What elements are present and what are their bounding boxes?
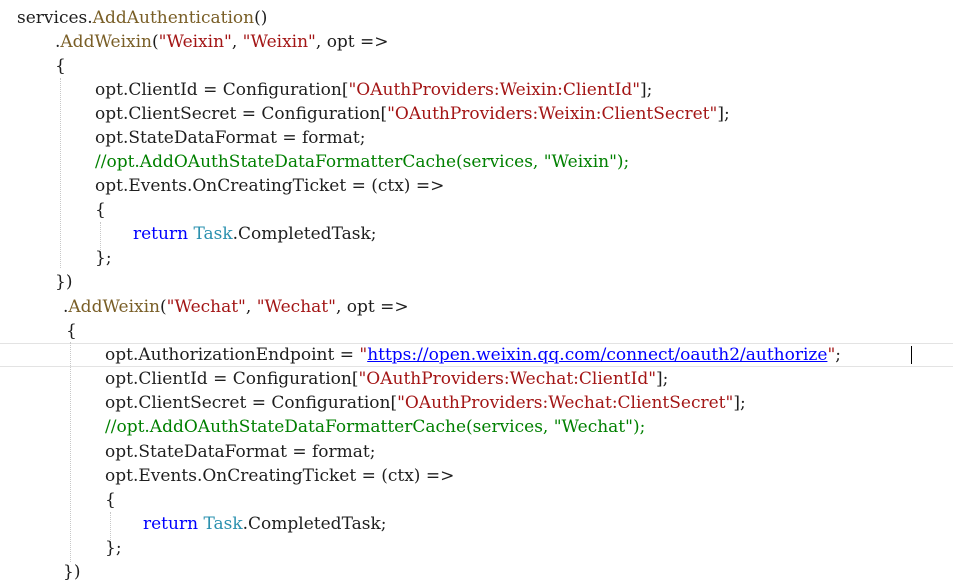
code-token: =: [207, 369, 233, 389]
code-token: ;: [359, 128, 366, 148]
code-token: //opt.AddOAuthStateDataFormatterCache(se…: [95, 152, 630, 172]
code-token: format: [311, 442, 370, 462]
code-token: //opt.AddOAuthStateDataFormatterCache(se…: [105, 417, 646, 437]
code-token: {: [95, 200, 106, 220]
code-token: AddAuthentication: [92, 8, 255, 28]
code-token: Task: [203, 514, 243, 534]
code-token: ,: [231, 32, 243, 52]
code-token: ];: [733, 393, 746, 413]
code-token: ;: [370, 224, 377, 244]
code-token: opt: [95, 176, 123, 196]
code-token: (ctx): [381, 466, 421, 486]
code-token: (ctx): [371, 176, 411, 196]
code-token: Configuration: [232, 369, 352, 389]
code-token: ": [359, 345, 368, 365]
code-token: opt: [105, 369, 133, 389]
indent-guide: [70, 342, 71, 562]
code-token: {: [55, 56, 66, 76]
code-token: =: [286, 442, 312, 462]
code-token: }): [63, 562, 81, 582]
text-caret: [911, 346, 912, 364]
code-token: "OAuthProviders:Weixin:ClientId": [348, 80, 641, 100]
code-token: "OAuthProviders:Weixin:ClientSecret": [387, 104, 718, 124]
code-token: }): [55, 272, 73, 292]
code-token: services: [17, 8, 88, 28]
code-token: ClientSecret: [138, 393, 247, 413]
code-token: opt: [105, 466, 133, 486]
code-token: ClientId: [138, 369, 208, 389]
code-token: ,: [315, 32, 327, 52]
code-token: =: [197, 80, 223, 100]
code-token: ClientSecret: [128, 104, 237, 124]
code-token: ;: [369, 442, 376, 462]
code-token: AddWeixin: [60, 32, 153, 52]
code-token: CompletedTask: [238, 224, 371, 244]
code-token: =: [346, 176, 372, 196]
code-token: opt: [95, 128, 123, 148]
code-token: =: [356, 466, 382, 486]
code-token: =>: [374, 297, 409, 317]
code-token: "Wechat": [166, 297, 246, 317]
code-token: {: [66, 321, 77, 341]
code-token: AddWeixin: [68, 297, 161, 317]
code-token: opt: [105, 442, 133, 462]
code-token: "OAuthProviders:Wechat:ClientId": [358, 369, 657, 389]
code-token: Configuration: [261, 104, 381, 124]
code-token: ;: [380, 514, 387, 534]
code-token: CompletedTask: [248, 514, 381, 534]
code-token: opt: [95, 104, 123, 124]
code-token: (: [152, 32, 159, 52]
code-token: OnCreatingTicket: [192, 176, 347, 196]
code-token: ,: [245, 297, 257, 317]
indent-guide: [60, 78, 61, 268]
code-token: opt: [326, 32, 355, 52]
code-token: "Weixin": [242, 32, 316, 52]
code-token: Configuration: [271, 393, 391, 413]
code-token: =: [246, 393, 272, 413]
code-editor[interactable]: services.AddAuthentication() .AddWeixin("…: [0, 0, 953, 585]
code-token: format: [301, 128, 360, 148]
code-token: =: [334, 345, 360, 365]
code-token: Configuration: [222, 80, 342, 100]
code-token: opt: [105, 393, 133, 413]
code-token: ];: [717, 104, 730, 124]
code-token: AuthorizationEndpoint: [138, 345, 335, 365]
code-token: };: [95, 248, 112, 268]
code-token: opt: [346, 297, 375, 317]
code-token: =: [276, 128, 302, 148]
code-token: ];: [656, 369, 669, 389]
code-token: };: [105, 538, 122, 558]
code-token: =>: [410, 176, 445, 196]
code-token: ;: [835, 345, 841, 365]
code-token: opt: [105, 345, 133, 365]
code-token: "Weixin": [158, 32, 232, 52]
code-token: Events: [128, 176, 187, 196]
code-token: ClientId: [128, 80, 198, 100]
code-token: return: [133, 224, 189, 244]
code-token: OnCreatingTicket: [202, 466, 357, 486]
code-token: ];: [640, 80, 653, 100]
code-token: "Wechat": [256, 297, 336, 317]
code-token: StateDataFormat: [138, 442, 287, 462]
code-token[interactable]: https://open.weixin.qq.com/connect/oauth…: [367, 345, 827, 365]
code-token: "OAuthProviders:Wechat:ClientSecret": [397, 393, 734, 413]
code-token: return: [143, 514, 199, 534]
code-token: =: [236, 104, 262, 124]
code-token: (): [254, 8, 268, 28]
code-token: Task: [193, 224, 233, 244]
code-token: Events: [138, 466, 197, 486]
code-token: StateDataFormat: [128, 128, 277, 148]
code-token: {: [105, 490, 116, 510]
code-token: ,: [335, 297, 347, 317]
code-token: opt: [95, 80, 123, 100]
code-token: =>: [420, 466, 455, 486]
code-token: (: [160, 297, 167, 317]
code-token: =>: [354, 32, 389, 52]
